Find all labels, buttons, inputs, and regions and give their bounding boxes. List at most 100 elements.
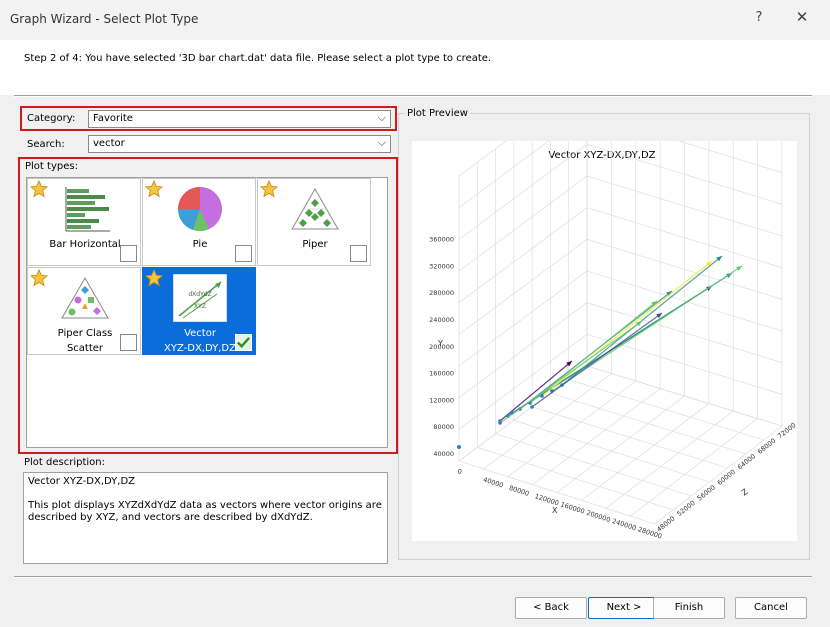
wall-grid-line: [458, 239, 588, 335]
plot-tile-vector-xyz[interactable]: dXdYdZ XYZ Vector XYZ-DX,DY,DZ: [142, 267, 256, 355]
vector-chart: Vector XYZ-DX,DY,DZ 40000 80000 120000 1600…: [429, 80, 797, 541]
z-tick-label: 52000: [675, 499, 696, 518]
category-label: Category:: [27, 113, 76, 124]
z-tick-label: 68000: [756, 437, 777, 456]
favorite-star-icon[interactable]: [30, 180, 48, 198]
vector-origin-point: [540, 394, 544, 398]
favorite-star-icon[interactable]: [260, 180, 278, 198]
floor-grid-line: [568, 379, 764, 441]
vector-arrowhead: [736, 266, 742, 271]
z-tick-label: 64000: [736, 452, 757, 471]
z-tick-label: 56000: [696, 483, 717, 502]
floor-grid-line: [477, 447, 674, 511]
chevron-down-icon: ⌵: [377, 111, 386, 124]
vector-thumb-text2: XYZ: [194, 303, 206, 310]
chart-axes: 4000080000120000160000200000240000280000…: [429, 80, 797, 541]
wall-grid-line: [458, 207, 588, 303]
next-button[interactable]: Next >: [588, 597, 660, 619]
description-line: This plot displays XYZdXdYdZ data as vec…: [28, 500, 382, 511]
vector-arrowhead: [656, 313, 662, 319]
wall-grid-line: [458, 144, 588, 240]
help-icon[interactable]: ?: [752, 10, 766, 25]
plot-description-label: Plot description:: [24, 457, 105, 468]
y-axis-label: Y: [437, 339, 443, 348]
x-axis-label: X: [552, 506, 558, 515]
y-tick-label: 80000: [433, 423, 454, 431]
floor-grid-line: [654, 425, 783, 525]
description-title: Vector XYZ-DX,DY,DZ: [28, 476, 136, 487]
floor-grid-line: [556, 395, 685, 493]
cancel-button[interactable]: Cancel: [735, 597, 807, 619]
vector-thumb-text: dXdYdZ: [188, 291, 211, 298]
plot-tile-piper[interactable]: Piper: [257, 178, 371, 266]
plot-types-label: Plot types:: [25, 161, 78, 172]
plot-tile-pie[interactable]: Pie: [142, 178, 256, 266]
bar-horizontal-icon: [65, 187, 110, 232]
z-tick-label: 72000: [776, 421, 797, 440]
x-tick-label: 80000: [508, 484, 530, 498]
wall-grid-line: [458, 270, 588, 367]
header-divider: [14, 95, 812, 97]
vector-plot-icon: dXdYdZ XYZ: [173, 274, 227, 322]
vector-line: [499, 320, 643, 424]
plot-tile-checkbox[interactable]: [350, 245, 367, 262]
vector-origin-point: [498, 421, 502, 425]
y-tick-label: 160000: [429, 370, 454, 378]
plot-tile-checkbox[interactable]: [235, 245, 252, 262]
piper-class-scatter-icon: [61, 276, 109, 319]
y-tick-label: 280000: [429, 289, 454, 297]
footer-divider: [14, 576, 812, 578]
wall-grid-line: [458, 302, 588, 398]
wall-grid-line: [458, 175, 588, 272]
vector-origin-point: [457, 445, 461, 449]
y-tick-label: 240000: [429, 316, 454, 324]
plot-tile-bar-horizontal[interactable]: Bar Horizontal: [27, 178, 141, 266]
floor-grid-line: [513, 419, 710, 483]
window-title: Graph Wizard - Select Plot Type: [10, 12, 199, 26]
z-tick-label: 60000: [716, 468, 737, 487]
description-line: described by XYZ, and vectors are descri…: [28, 512, 313, 523]
pie-chart-icon: [177, 187, 222, 232]
favorite-star-icon[interactable]: [145, 180, 163, 198]
vector-origin-point: [530, 405, 534, 409]
vector-line: [561, 255, 723, 386]
favorite-star-icon[interactable]: [145, 269, 163, 287]
floor-grid-line: [495, 433, 692, 497]
step-text: Step 2 of 4: You have selected '3D bar c…: [24, 53, 492, 64]
x-tick-label: 40000: [482, 476, 504, 490]
floor-grid-line: [605, 410, 734, 509]
vector-line: [531, 312, 663, 408]
checkmark-icon: [237, 337, 251, 348]
close-icon[interactable]: ✕: [792, 8, 812, 26]
plot-tile-checkbox[interactable]: [120, 245, 137, 262]
plot-tile-checkbox[interactable]: [120, 334, 137, 351]
vector-line: [541, 260, 713, 397]
z-tick-label: 48000: [655, 515, 676, 534]
search-input[interactable]: vector ⌵: [88, 135, 391, 153]
z-axis-label: Z: [740, 487, 750, 498]
favorite-star-icon[interactable]: [30, 269, 48, 287]
plot-preview-area: Vector XYZ-DX,DY,DZ 40000 80000 120000 1600…: [412, 80, 797, 541]
plot-types-grid: Bar Horizontal Pie Piper Piper Class Sca…: [26, 177, 388, 448]
chevron-down-icon: ⌵: [377, 136, 386, 149]
plot-tile-piper-class-scatter[interactable]: Piper Class Scatter: [27, 267, 141, 355]
x-tick-label: 240000: [611, 517, 637, 532]
x-tick-label: 160000: [560, 500, 586, 515]
y-tick-label: 120000: [429, 396, 454, 404]
floor-grid-line: [581, 403, 710, 501]
x-tick-label: 200000: [585, 509, 611, 524]
piper-diagram-icon: [291, 187, 339, 230]
y-tick-label: 40000: [433, 450, 454, 458]
back-button[interactable]: < Back: [515, 597, 587, 619]
finish-button[interactable]: Finish: [653, 597, 725, 619]
plot-tile-checkbox-checked[interactable]: [235, 334, 252, 351]
category-dropdown[interactable]: Favorite ⌵: [88, 110, 391, 128]
vector-arrowhead: [636, 321, 642, 327]
x-tick-label: 0: [456, 467, 462, 476]
search-value: vector: [93, 138, 125, 149]
plot-preview-label: Plot Preview: [405, 108, 470, 119]
y-tick-label: 360000: [429, 236, 454, 244]
category-value: Favorite: [93, 113, 133, 124]
floor-grid-line: [532, 406, 728, 469]
floor-grid-line: [532, 388, 661, 485]
